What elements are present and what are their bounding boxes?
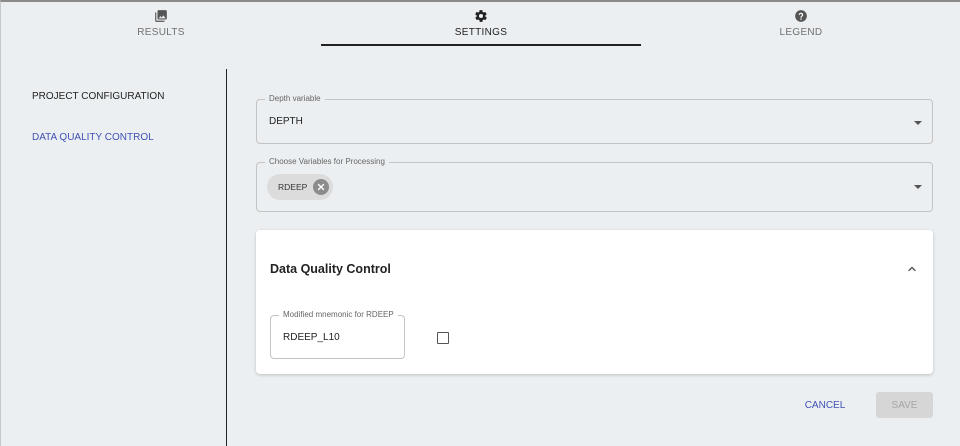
tab-legend[interactable]: LEGEND <box>641 2 960 48</box>
image-icon <box>155 10 167 22</box>
cancel-button[interactable]: CANCEL <box>797 392 853 418</box>
sidenav-divider <box>226 69 227 446</box>
chevron-down-icon[interactable] <box>914 121 922 125</box>
depth-variable-value: DEPTH <box>269 116 303 127</box>
mnemonic-field-value[interactable]: RDEEP_L10 <box>283 332 340 343</box>
mnemonic-checkbox[interactable] <box>437 332 449 344</box>
tab-settings-label: SETTINGS <box>454 27 508 38</box>
chip-remove-icon[interactable] <box>313 179 330 195</box>
help-circle-icon <box>795 10 807 22</box>
tab-results[interactable]: RESULTS <box>1 2 321 48</box>
gear-icon <box>475 10 487 22</box>
processing-variables-label: Choose Variables for Processing <box>265 157 389 167</box>
panel-title: Data Quality Control <box>270 262 391 276</box>
sidenav-item-project-configuration[interactable]: PROJECT CONFIGURATION <box>32 91 164 102</box>
tab-results-label: RESULTS <box>137 27 185 38</box>
depth-variable-label: Depth variable <box>265 94 325 104</box>
tab-settings[interactable]: SETTINGS <box>321 2 641 48</box>
data-quality-control-panel: Data Quality Control Modified mnemonic f… <box>256 230 933 374</box>
variable-chip-label: RDEEP <box>278 182 308 192</box>
chevron-down-icon[interactable] <box>914 185 922 189</box>
mnemonic-field-label: Modified mnemonic for RDEEP <box>279 310 398 320</box>
save-button: SAVE <box>876 392 933 418</box>
processing-variables-select[interactable]: Choose Variables for Processing RDEEP <box>256 157 933 212</box>
settings-sidenav: PROJECT CONFIGURATION DATA QUALITY CONTR… <box>1 69 226 446</box>
depth-variable-select[interactable]: Depth variable DEPTH <box>256 94 933 144</box>
mnemonic-field[interactable]: Modified mnemonic for RDEEP RDEEP_L10 <box>270 310 405 359</box>
active-tab-indicator <box>321 44 641 46</box>
sidenav-item-data-quality-control[interactable]: DATA QUALITY CONTROL <box>32 132 154 143</box>
close-icon <box>318 183 325 191</box>
chevron-up-icon[interactable] <box>907 264 917 274</box>
tab-legend-label: LEGEND <box>779 27 823 38</box>
variable-chip[interactable]: RDEEP <box>267 174 334 200</box>
top-tab-bar: RESULTS SETTINGS LEGEND <box>1 2 960 50</box>
